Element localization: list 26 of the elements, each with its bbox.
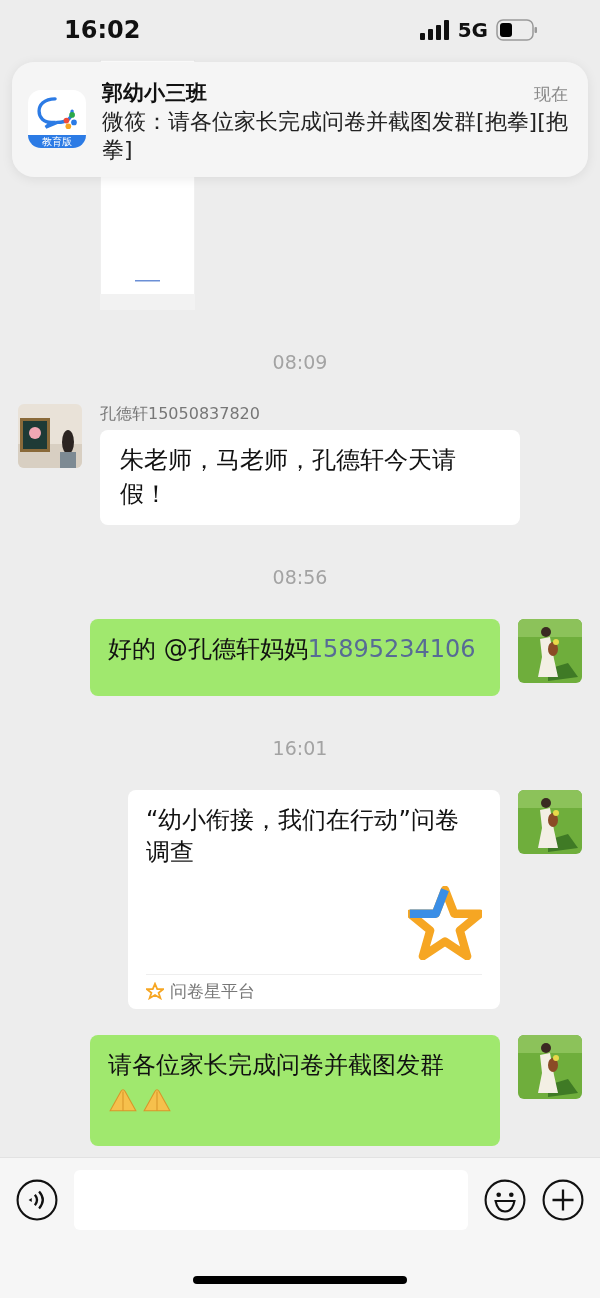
timestamp: 08:56 [271,565,329,589]
card-title: “幼小衔接，我们在行动”问卷调查 [146,805,460,868]
phone-link[interactable]: 15895234106 [307,635,476,663]
star-logo-icon [408,886,482,960]
signal-icon [419,20,450,40]
timestamp: 08:09 [271,350,329,374]
network-label: 5G [457,18,488,42]
message-bubble[interactable]: 朱老师，马老师，孔德轩今天请假！ [100,430,520,525]
notification-time: 现在 [534,83,568,106]
plus-icon[interactable] [542,1179,584,1221]
app-badge: 教育版 [28,135,86,148]
star-icon [146,982,164,1000]
link-card[interactable]: “幼小衔接，我们在行动”问卷调查 问卷星平台 [128,790,500,1009]
notification-banner[interactable]: 教育版 郭幼小三班 现在 微筱：请各位家长完成问卷并截图发群[抱拳][抱拳] [12,62,588,177]
chat-bubble-icon [36,96,78,130]
notification-message: 微筱：请各位家长完成问卷并截图发群[抱拳][抱拳] [102,108,568,164]
status-time: 16:02 [64,16,141,44]
emoji-icon[interactable] [484,1179,526,1221]
card-source: 问卷星平台 [170,980,255,1003]
timestamp: 16:01 [271,736,329,760]
message-bubble[interactable]: 请各位家长完成问卷并截图发群 [90,1035,500,1146]
sender-name: 孔德轩15050837820 [100,404,260,424]
voice-icon[interactable] [16,1179,58,1221]
battery-icon [496,19,538,41]
message-bubble[interactable]: 好的 @孔德轩妈妈15895234106 [90,619,500,696]
notification-title: 郭幼小三班 [102,80,207,107]
